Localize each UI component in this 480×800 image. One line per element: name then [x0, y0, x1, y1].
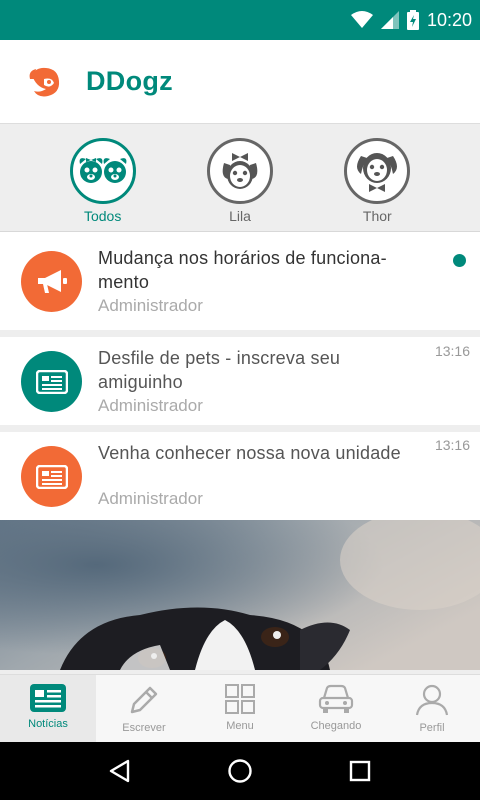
clock: 10:20 [426, 9, 472, 30]
nav-escrever[interactable]: Escrever [96, 675, 192, 742]
car-icon [318, 684, 354, 713]
nav-label: Chegando [310, 720, 362, 732]
news-title: Desfile de pets - inscreva seu amiguinho [98, 348, 341, 392]
nav-label: Menu [226, 720, 254, 732]
app-bar: DDogz [0, 40, 480, 124]
newspaper-icon [35, 464, 68, 489]
nav-perfil[interactable]: Perfil [384, 675, 480, 742]
news-time: 13:16 [434, 343, 470, 359]
recents-button[interactable] [330, 742, 390, 800]
profile-lila[interactable]: Lila [190, 138, 290, 231]
news-avatar [21, 446, 82, 507]
signal-icon [380, 11, 399, 29]
battery-charging-icon [406, 10, 419, 30]
back-icon [109, 759, 130, 783]
back-button[interactable] [90, 742, 150, 800]
profile-avatar [344, 138, 411, 204]
news-time: 13:16 [434, 437, 470, 453]
system-navigation [0, 742, 480, 800]
pencil-icon [130, 686, 158, 714]
news-title: Mudança nos horários de funciona-mento [98, 248, 387, 292]
news-author: Administrador [98, 396, 203, 415]
grid-icon [225, 684, 255, 714]
nav-noticias[interactable]: Notícias [0, 675, 96, 742]
dog-with-bow-icon [222, 153, 258, 189]
app-title: DDogz [86, 66, 173, 96]
person-icon [415, 684, 449, 716]
dog-photo [0, 520, 480, 670]
bottom-navigation: Notícias Escrever Menu Chegando Perfil [0, 674, 480, 742]
news-icon [30, 684, 66, 712]
nav-label: Perfil [419, 722, 445, 734]
nav-label: Escrever [122, 722, 166, 734]
nav-menu[interactable]: Menu [192, 675, 288, 742]
profile-thor[interactable]: Thor [327, 138, 427, 231]
news-avatar [21, 251, 82, 312]
profile-label: Todos [83, 208, 122, 224]
nav-chegando[interactable]: Chegando [288, 675, 384, 742]
news-item[interactable]: Desfile de pets - inscreva seu amiguinho… [0, 337, 480, 425]
profile-todos[interactable]: Todos [53, 138, 153, 231]
news-author: Administrador [98, 489, 203, 508]
wifi-icon [350, 11, 373, 28]
profile-avatar [206, 138, 273, 204]
newspaper-icon [35, 369, 68, 394]
profile-selector: Todos Lila Thor [0, 124, 480, 232]
home-icon [228, 759, 252, 783]
unread-dot [453, 254, 466, 267]
news-avatar [21, 351, 82, 412]
status-bar: 10:20 [0, 0, 480, 40]
profile-label: Thor [362, 208, 392, 224]
news-author: Administrador [98, 296, 203, 315]
recents-icon [349, 760, 371, 782]
news-title: Venha conhecer nossa nova unidade [98, 443, 401, 463]
nav-label: Notícias [28, 718, 68, 730]
ddogz-logo-icon[interactable] [26, 65, 62, 99]
two-dogs-icon [79, 158, 127, 183]
news-item[interactable]: Venha conhecer nossa nova unidade Admini… [0, 432, 480, 520]
home-button[interactable] [210, 742, 270, 800]
dog-with-bowtie-icon [357, 153, 398, 192]
profile-avatar [69, 138, 136, 204]
news-item[interactable]: Mudança nos horários de funciona-mento A… [0, 232, 480, 330]
profile-label: Lila [229, 208, 251, 224]
megaphone-icon [37, 269, 67, 293]
